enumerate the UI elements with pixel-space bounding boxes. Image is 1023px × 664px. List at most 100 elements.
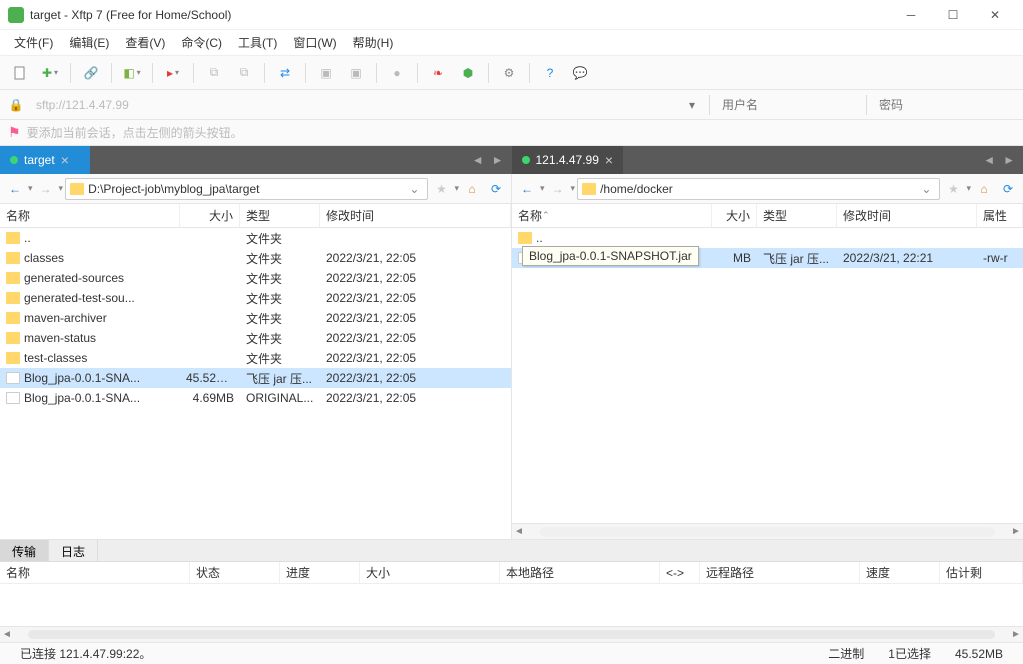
maximize-button[interactable]: ☐	[933, 3, 973, 27]
bottom-tabs: 传输 日志	[0, 540, 1023, 562]
refresh-button[interactable]: ⟳	[997, 178, 1019, 200]
file-mtime: 2022/3/21, 22:21	[837, 251, 977, 265]
path-input-local[interactable]: ⌄	[65, 178, 428, 200]
menu-view[interactable]: 查看(V)	[117, 31, 173, 54]
help-button[interactable]: ?	[536, 60, 564, 86]
record-button[interactable]: ●	[383, 60, 411, 86]
menu-help[interactable]: 帮助(H)	[345, 31, 402, 54]
path-input-remote[interactable]: ⌄	[577, 178, 940, 200]
tab-local[interactable]: target ×	[0, 146, 90, 174]
back-button[interactable]: ←	[516, 178, 538, 200]
swap-button[interactable]: ⇄	[271, 60, 299, 86]
file-row[interactable]: test-classes文件夹2022/3/21, 22:05	[0, 348, 511, 368]
forward-button[interactable]: →	[547, 178, 569, 200]
new-folder-button[interactable]: ✚	[36, 60, 64, 86]
minimize-button[interactable]: ─	[891, 3, 931, 27]
file-row[interactable]: maven-archiver文件夹2022/3/21, 22:05	[0, 308, 511, 328]
file-row[interactable]: generated-sources文件夹2022/3/21, 22:05	[0, 268, 511, 288]
th-speed[interactable]: 速度	[860, 562, 940, 583]
tab-log[interactable]: 日志	[49, 540, 98, 561]
tool-green-button[interactable]: ⬢	[454, 60, 482, 86]
menu-tools[interactable]: 工具(T)	[230, 31, 285, 54]
file-size: 4.69MB	[180, 391, 240, 405]
tab-remote-close[interactable]: ×	[605, 152, 613, 168]
address-url[interactable]: sftp://121.4.47.99	[32, 96, 675, 114]
th-status[interactable]: 状态	[190, 562, 280, 583]
file-row[interactable]: Blog_jpa-0.0.1-SNA...45.52MB飞压 jar 压...2…	[0, 368, 511, 388]
address-dropdown[interactable]: ▾	[683, 98, 701, 112]
file-row[interactable]: generated-test-sou...文件夹2022/3/21, 22:05	[0, 288, 511, 308]
tab-prev-icon[interactable]: ◄	[470, 151, 486, 169]
file-row[interactable]: Blog_jpa-0.0.1-SNA...4.69MBORIGINAL...20…	[0, 388, 511, 408]
close-button[interactable]: ✕	[975, 3, 1015, 27]
favorite-button[interactable]: ★	[430, 178, 452, 200]
th-localpath[interactable]: 本地路径	[500, 562, 660, 583]
play-button[interactable]: ▸	[159, 60, 187, 86]
horizontal-scrollbar[interactable]: ◄►	[512, 523, 1023, 539]
th-progress[interactable]: 进度	[280, 562, 360, 583]
col-type[interactable]: 类型	[757, 204, 837, 227]
th-remotepath[interactable]: 远程路径	[700, 562, 860, 583]
path-dropdown[interactable]: ⌄	[917, 182, 935, 196]
menu-file[interactable]: 文件(F)	[6, 31, 61, 54]
col-size[interactable]: 大小	[712, 204, 757, 227]
menu-edit[interactable]: 编辑(E)	[61, 31, 117, 54]
col-mtime[interactable]: 修改时间	[320, 204, 511, 227]
tab-prev-icon[interactable]: ◄	[981, 151, 997, 169]
th-eta[interactable]: 估计剩	[940, 562, 1023, 583]
th-dir[interactable]: <->	[660, 562, 700, 583]
col-type[interactable]: 类型	[240, 204, 320, 227]
file-mtime: 2022/3/21, 22:05	[320, 371, 511, 385]
file-row[interactable]: ..文件夹	[0, 228, 511, 248]
app1-button[interactable]: ◧	[118, 60, 146, 86]
new-file-button[interactable]	[6, 60, 34, 86]
col-name[interactable]: 名称	[0, 204, 180, 227]
file-row[interactable]: ..	[512, 228, 1023, 248]
menu-window[interactable]: 窗口(W)	[285, 31, 344, 54]
menubar: 文件(F) 编辑(E) 查看(V) 命令(C) 工具(T) 窗口(W) 帮助(H…	[0, 30, 1023, 56]
paste-button[interactable]: ⧉	[230, 60, 258, 86]
th-name[interactable]: 名称	[0, 562, 190, 583]
col-attrs[interactable]: 属性	[977, 204, 1023, 227]
tab-next-icon[interactable]: ►	[1001, 151, 1017, 169]
col-size[interactable]: 大小	[180, 204, 240, 227]
home-button[interactable]: ⌂	[461, 178, 483, 200]
path-dropdown[interactable]: ⌄	[405, 182, 423, 196]
copy-button[interactable]: ⧉	[200, 60, 228, 86]
settings-button[interactable]: ⚙	[495, 60, 523, 86]
home-button[interactable]: ⌂	[973, 178, 995, 200]
pathbars: ←▾ →▾ ⌄ ★▾ ⌂ ⟳ ←▾ →▾ ⌄ ★▾ ⌂ ⟳	[0, 174, 1023, 204]
tab-next-icon[interactable]: ►	[490, 151, 506, 169]
username-input[interactable]	[718, 94, 858, 116]
path-input-local-field[interactable]	[88, 182, 405, 196]
back-button[interactable]: ←	[4, 178, 26, 200]
password-input[interactable]	[875, 94, 1015, 116]
window-title: target - Xftp 7 (Free for Home/School)	[30, 8, 891, 22]
folder-icon	[6, 292, 20, 304]
link-button[interactable]: 🔗	[77, 60, 105, 86]
refresh-button[interactable]: ⟳	[485, 178, 507, 200]
forward-button[interactable]: →	[35, 178, 57, 200]
tab-remote[interactable]: 121.4.47.99 ×	[512, 146, 624, 174]
tool-red-button[interactable]: ❧	[424, 60, 452, 86]
favorite-button[interactable]: ★	[942, 178, 964, 200]
clipboard2-button[interactable]: ▣	[342, 60, 370, 86]
tab-remote-label: 121.4.47.99	[536, 153, 599, 167]
menu-command[interactable]: 命令(C)	[173, 31, 230, 54]
chat-button[interactable]: 💬	[566, 60, 594, 86]
th-size[interactable]: 大小	[360, 562, 500, 583]
bottom-scrollbar[interactable]: ◄►	[0, 626, 1023, 642]
file-row[interactable]: classes文件夹2022/3/21, 22:05	[0, 248, 511, 268]
local-file-list[interactable]: ..文件夹classes文件夹2022/3/21, 22:05generated…	[0, 228, 511, 539]
addressbar: 🔒 sftp://121.4.47.99 ▾	[0, 90, 1023, 120]
remote-file-list[interactable]: ..Blog_jpa-0.0.1-SNAPSHOT.jarMB飞压 jar 压.…	[512, 228, 1023, 523]
col-name[interactable]: 名称	[512, 204, 712, 227]
tab-local-close[interactable]: ×	[61, 152, 69, 168]
bookmark-icon[interactable]: ⚑	[8, 124, 21, 141]
tab-transfer[interactable]: 传输	[0, 540, 49, 561]
col-mtime[interactable]: 修改时间	[837, 204, 977, 227]
file-row[interactable]: maven-status文件夹2022/3/21, 22:05	[0, 328, 511, 348]
file-type: 飞压 jar 压...	[757, 250, 837, 267]
path-input-remote-field[interactable]	[600, 182, 917, 196]
clipboard1-button[interactable]: ▣	[312, 60, 340, 86]
